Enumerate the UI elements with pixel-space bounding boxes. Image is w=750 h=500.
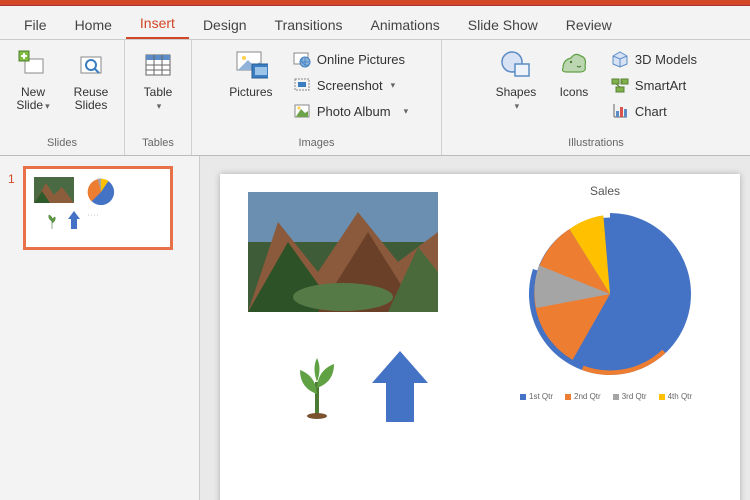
swatch-icon <box>520 394 526 400</box>
chart-button[interactable]: Chart <box>607 100 701 122</box>
ribbon: New Slide▾ Reuse Slides Slides Table▾ Ta… <box>0 40 750 156</box>
slide-1[interactable]: Sales <box>220 174 740 500</box>
shapes-button[interactable]: Shapes▾ <box>491 46 541 112</box>
smartart-button[interactable]: SmartArt <box>607 74 701 96</box>
group-illustrations-label: Illustrations <box>568 135 624 153</box>
legend-item: 2nd Qtr <box>565 392 601 401</box>
new-slide-icon <box>16 48 50 82</box>
table-icon <box>141 48 175 82</box>
chart-label: Chart <box>635 104 667 119</box>
inserted-picture[interactable] <box>248 192 438 312</box>
thumb-arrow-icon <box>68 211 80 232</box>
chart-title: Sales <box>590 184 620 198</box>
icons-button[interactable]: Icons <box>549 46 599 99</box>
group-images: Pictures Online Pictures Screenshot ▾ Ph… <box>192 40 442 155</box>
pictures-button[interactable]: Pictures <box>221 46 281 99</box>
pie-chart[interactable] <box>520 204 700 384</box>
up-arrow-shape[interactable] <box>370 349 430 427</box>
legend-item: 4th Qtr <box>659 392 692 401</box>
thumbnail-number: 1 <box>8 166 15 186</box>
swatch-icon <box>565 394 571 400</box>
legend-label: 4th Qtr <box>668 392 692 401</box>
3d-models-button[interactable]: 3D Models <box>607 48 701 70</box>
online-pictures-button[interactable]: Online Pictures <box>289 48 412 70</box>
chart-legend: 1st Qtr 2nd Qtr 3rd Qtr 4th Qtr <box>520 392 720 401</box>
table-label: Table▾ <box>144 86 173 112</box>
shapes-icon <box>499 48 533 82</box>
group-tables-label: Tables <box>142 135 174 153</box>
online-pictures-icon <box>293 50 311 68</box>
tab-transitions[interactable]: Transitions <box>261 9 357 39</box>
tab-file[interactable]: File <box>10 9 61 39</box>
photo-album-icon <box>293 102 311 120</box>
legend-label: 3rd Qtr <box>622 392 647 401</box>
chevron-down-icon: ▾ <box>45 101 50 111</box>
icons-icon <box>557 48 591 82</box>
screenshot-icon <box>293 76 311 94</box>
3d-models-label: 3D Models <box>635 52 697 67</box>
screenshot-button[interactable]: Screenshot ▾ <box>289 74 412 96</box>
chevron-down-icon: ▾ <box>391 80 396 91</box>
smartart-icon <box>611 76 629 94</box>
tab-slideshow[interactable]: Slide Show <box>454 9 552 39</box>
tab-insert[interactable]: Insert <box>126 7 189 39</box>
workspace: 1 ▪▪▪▪ <box>0 156 750 500</box>
new-slide-label: New Slide▾ <box>16 86 49 112</box>
tab-review[interactable]: Review <box>552 9 626 39</box>
slide-canvas-area[interactable]: Sales <box>200 156 750 500</box>
icons-label: Icons <box>560 86 589 99</box>
photo-album-label: Photo Album <box>317 104 391 119</box>
new-slide-button[interactable]: New Slide▾ <box>8 46 58 112</box>
tab-animations[interactable]: Animations <box>356 9 453 39</box>
table-button[interactable]: Table▾ <box>133 46 183 112</box>
chevron-down-icon: ▾ <box>157 101 162 111</box>
thumbnail-row: 1 ▪▪▪▪ <box>8 166 191 250</box>
thumb-legend-icon: ▪▪▪▪ <box>88 213 98 217</box>
group-slides: New Slide▾ Reuse Slides Slides <box>0 40 125 155</box>
shapes-label: Shapes▾ <box>496 86 537 112</box>
slide-thumbnails-panel[interactable]: 1 ▪▪▪▪ <box>0 156 200 500</box>
swatch-icon <box>659 394 665 400</box>
legend-item: 1st Qtr <box>520 392 553 401</box>
slide-thumbnail-1[interactable]: ▪▪▪▪ <box>23 166 173 250</box>
chart-icon <box>611 102 629 120</box>
group-tables: Table▾ Tables <box>125 40 192 155</box>
tab-design[interactable]: Design <box>189 9 261 39</box>
thumb-plant-icon <box>46 213 58 232</box>
group-illustrations: Shapes▾ Icons 3D Models SmartArt <box>442 40 750 155</box>
smartart-label: SmartArt <box>635 78 686 93</box>
chevron-down-icon: ▾ <box>399 106 409 117</box>
pictures-icon <box>234 48 268 82</box>
thumb-photo-icon <box>34 177 74 203</box>
reuse-slides-label: Reuse Slides <box>74 86 109 112</box>
online-pictures-label: Online Pictures <box>317 52 405 67</box>
reuse-slides-button[interactable]: Reuse Slides <box>66 46 116 112</box>
group-images-label: Images <box>298 135 334 153</box>
screenshot-label: Screenshot <box>317 78 383 93</box>
group-slides-label: Slides <box>47 135 77 153</box>
tab-home[interactable]: Home <box>61 9 126 39</box>
ribbon-tabs: File Home Insert Design Transitions Anim… <box>0 6 750 40</box>
chevron-down-icon: ▾ <box>515 101 520 111</box>
thumb-pie-icon <box>86 177 116 207</box>
reuse-slides-icon <box>74 48 108 82</box>
legend-label: 1st Qtr <box>529 392 553 401</box>
legend-item: 3rd Qtr <box>613 392 647 401</box>
cube-icon <box>611 50 629 68</box>
plant-icon[interactable] <box>290 354 345 422</box>
legend-label: 2nd Qtr <box>574 392 601 401</box>
swatch-icon <box>613 394 619 400</box>
pictures-label: Pictures <box>229 86 272 99</box>
photo-album-button[interactable]: Photo Album ▾ <box>289 100 412 122</box>
